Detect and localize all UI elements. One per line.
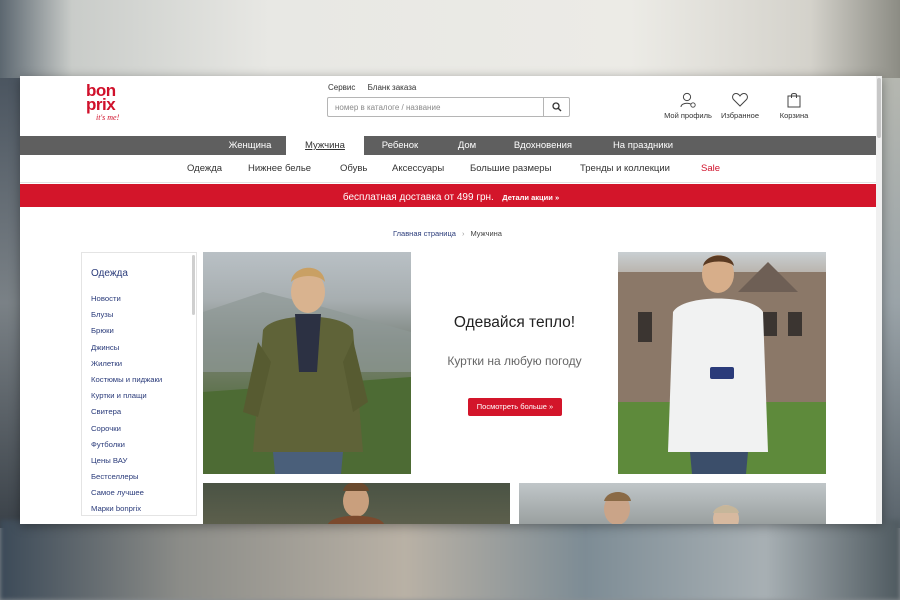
hero-title: Одевайся тепло!: [453, 314, 576, 331]
breadcrumb-home[interactable]: Главная страница: [393, 229, 456, 238]
breadcrumb-current: Мужчина: [470, 229, 502, 238]
subnav-accessories[interactable]: Аксессуары: [392, 163, 444, 174]
sub-navigation: Одежда Нижнее белье Обувь Аксессуары Бол…: [20, 155, 882, 183]
sidebar-item[interactable]: Костюмы и пиджаки: [91, 375, 162, 391]
sidebar-list: Новости Блузы Брюки Джинсы Жилетки Костю…: [91, 294, 162, 515]
heart-icon: [732, 92, 748, 107]
promo-details-link[interactable]: Детали акции »: [502, 193, 559, 202]
sidebar-title[interactable]: Одежда: [91, 268, 128, 279]
sidebar-item[interactable]: Куртки и плащи: [91, 391, 162, 407]
hero-text-panel: Одевайся тепло! Куртки на любую погоду П…: [411, 252, 618, 474]
breadcrumb: Главная страница › Мужчина: [393, 229, 502, 238]
man-in-white-jacket-photo: [618, 255, 826, 474]
sidebar-item[interactable]: Сорочки: [91, 424, 162, 440]
sidebar-item[interactable]: Брюки: [91, 326, 162, 342]
profile-label: Мой профиль: [664, 111, 712, 120]
promo-text: бесплатная доставка от 499 грн.: [342, 192, 494, 203]
promo-banner[interactable]: бесплатная доставка от 499 грн. Детали а…: [20, 184, 882, 207]
sidebar-item[interactable]: Блузы: [91, 310, 162, 326]
search-icon: [551, 102, 561, 112]
subnav-sale[interactable]: Sale: [701, 163, 720, 174]
profile-button[interactable]: Мой профиль: [658, 92, 718, 120]
hero-image-right[interactable]: [618, 252, 826, 474]
user-icon: [680, 92, 696, 108]
sidebar-item[interactable]: Свитера: [91, 407, 162, 423]
service-link[interactable]: Сервис: [328, 83, 355, 92]
hero-image-left[interactable]: [203, 252, 411, 474]
two-men-photo: [604, 492, 739, 524]
nav-kids[interactable]: Ребенок: [370, 136, 430, 155]
service-links: Сервис Бланк заказа: [328, 83, 426, 92]
favorites-label: Избранное: [720, 111, 759, 120]
nav-inspiration[interactable]: Вдохновения: [500, 136, 586, 155]
sidebar-item[interactable]: Цены ВАУ: [91, 456, 162, 472]
bonprix-logo[interactable]: bon prix it's me!: [86, 82, 130, 130]
hero-subtitle: Куртки на любую погоду: [447, 354, 582, 368]
subnav-plus-sizes[interactable]: Большие размеры: [470, 163, 551, 174]
subnav-trends[interactable]: Тренды и коллекции: [580, 163, 670, 174]
sidebar-item[interactable]: Бестселлеры: [91, 472, 162, 488]
man-portrait-photo: [328, 483, 384, 524]
nav-men[interactable]: Мужчина: [286, 136, 364, 156]
search-input[interactable]: [328, 98, 542, 116]
promo-tile-right[interactable]: [519, 483, 826, 524]
sidebar-item[interactable]: Марки bonprix: [91, 504, 162, 515]
favorites-button[interactable]: Избранное: [710, 92, 770, 120]
search-box: [327, 97, 570, 117]
order-form-link[interactable]: Бланк заказа: [368, 83, 417, 92]
sidebar-scrollbar[interactable]: [192, 255, 195, 315]
scrollbar-thumb[interactable]: [877, 78, 881, 138]
man-in-quilted-jacket-photo: [203, 267, 411, 474]
bag-icon: [787, 93, 801, 108]
cart-button[interactable]: Корзина: [764, 92, 824, 120]
chevron-right-icon: ›: [461, 229, 465, 238]
search-button[interactable]: [543, 98, 569, 116]
site-header: bon prix it's me! Сервис Бланк заказа но…: [20, 76, 876, 136]
page-scrollbar[interactable]: [876, 76, 882, 524]
subnav-shoes[interactable]: Обувь: [340, 163, 367, 174]
cart-label: Корзина: [779, 111, 809, 120]
category-sidebar: Одежда Новости Блузы Брюки Джинсы Жилетк…: [81, 252, 197, 516]
sidebar-item[interactable]: Новости: [91, 294, 162, 310]
sidebar-item[interactable]: Футболки: [91, 440, 162, 456]
see-more-button[interactable]: Посмотреть больше »: [468, 398, 562, 416]
nav-women[interactable]: Женщина: [210, 136, 290, 155]
sidebar-item[interactable]: Джинсы: [91, 343, 162, 359]
sidebar-item[interactable]: Самое лучшее: [91, 488, 162, 504]
nav-holidays[interactable]: На праздники: [600, 136, 686, 155]
subnav-clothing[interactable]: Одежда: [187, 163, 222, 174]
promo-tile-left[interactable]: [203, 483, 510, 524]
nav-home[interactable]: Дом: [445, 136, 489, 155]
main-navigation: Женщина Мужчина Ребенок Дом Вдохновения …: [20, 136, 882, 156]
subnav-underwear[interactable]: Нижнее белье: [248, 163, 311, 174]
browser-page: bon prix it's me! Сервис Бланк заказа но…: [20, 76, 882, 524]
sidebar-item[interactable]: Жилетки: [91, 359, 162, 375]
